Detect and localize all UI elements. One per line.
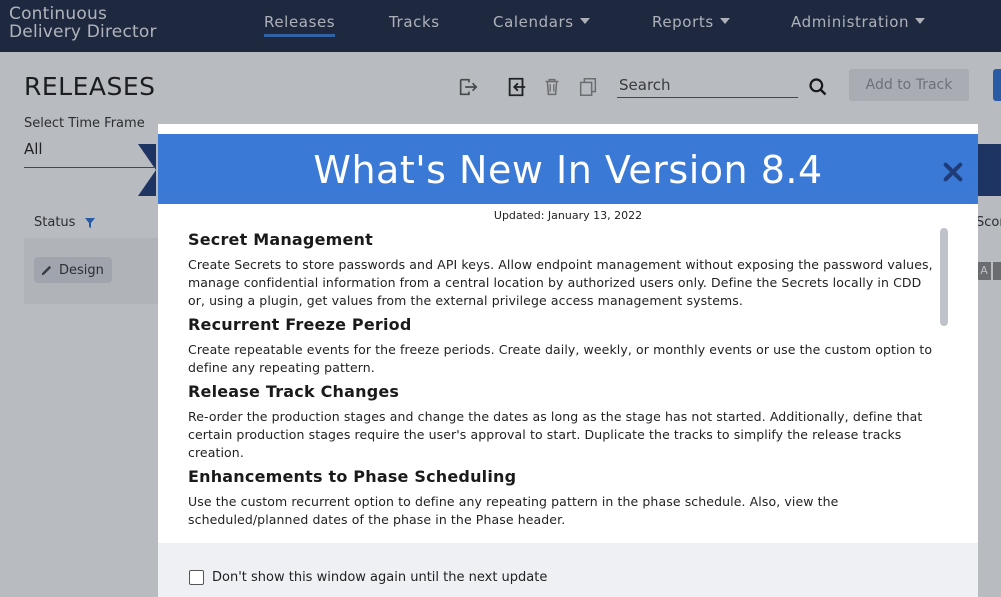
close-icon[interactable] — [942, 161, 964, 183]
section-body: Create Secrets to store passwords and AP… — [188, 257, 933, 308]
release-notes: Secret Management Create Secrets to stor… — [188, 230, 940, 534]
section-body: Create repeatable events for the freeze … — [188, 342, 933, 375]
notes-section: Release Track Changes Re-order the produ… — [188, 382, 940, 462]
notes-section: Secret Management Create Secrets to stor… — [188, 230, 940, 310]
section-title: Enhancements to Phase Scheduling — [188, 467, 517, 486]
dont-show-checkbox[interactable] — [189, 570, 204, 585]
notes-section: Enhancements to Phase Scheduling Use the… — [188, 467, 940, 529]
whats-new-dialog: What's New In Version 8.4 Updated: Janua… — [158, 124, 978, 597]
dont-show-label[interactable]: Don't show this window again until the n… — [212, 570, 547, 585]
section-body: Re-order the production stages and chang… — [188, 409, 923, 460]
dialog-title: What's New In Version 8.4 — [313, 148, 823, 192]
dialog-header: What's New In Version 8.4 — [158, 134, 978, 204]
section-title: Release Track Changes — [188, 382, 400, 401]
section-title: Recurrent Freeze Period — [188, 315, 412, 334]
scrollbar-thumb[interactable] — [940, 228, 948, 326]
section-title: Secret Management — [188, 230, 373, 249]
section-body: Use the custom recurrent option to defin… — [188, 494, 839, 527]
notes-section: Recurrent Freeze Period Create repeatabl… — [188, 315, 940, 377]
updated-date: Updated: January 13, 2022 — [493, 209, 643, 222]
